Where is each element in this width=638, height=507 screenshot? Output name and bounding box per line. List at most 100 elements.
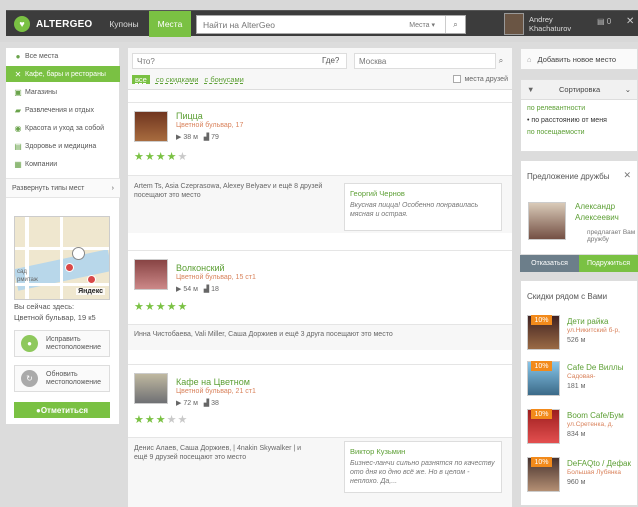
reject-friend-button[interactable]: Отказаться (520, 255, 579, 272)
suggested-friend-name[interactable]: Александр Алексеевич (575, 201, 637, 223)
place-stats: ▶ 38 м ▟ 79 (176, 133, 219, 141)
star-icon: ★ (144, 151, 156, 163)
friends-text[interactable]: Денис Алаев, Саша Доржиев, | 4nakin Skyw… (134, 444, 314, 462)
discount-item[interactable]: 10% Cafe De Виллы Садовая- 181 м (527, 361, 633, 406)
sort-relevance[interactable]: по релевантности (527, 105, 637, 112)
star-icon: ★ (166, 151, 178, 163)
search-filters: Что? Где? Москва ⌕ все со скидками с бон… (128, 48, 512, 90)
filter-all[interactable]: все (132, 75, 150, 84)
friends-text[interactable]: Artem Ts, Asia Czeprasowa, Alexey Belyae… (134, 182, 324, 200)
filter-discounts[interactable]: со скидками (156, 75, 199, 84)
friends-places-label: места друзей (464, 75, 508, 83)
category-label: Компании (25, 160, 58, 168)
sort-popularity[interactable]: по посещаемости (527, 129, 637, 136)
category-shops[interactable]: ▣ Магазины (6, 84, 120, 100)
add-place-label: Добавить новое место (537, 54, 616, 64)
category-entertainment[interactable]: ▰ Развлечения и отдых (6, 102, 120, 118)
review-text: Бизнес-ланчи сильно разнятся по качеству… (350, 460, 495, 485)
fix-location-label: Исправить местоположение (46, 335, 101, 351)
messages-button[interactable]: ▤ 0 (597, 17, 611, 26)
category-beauty[interactable]: ◉ Красота и уход за собой (6, 120, 120, 136)
close-icon[interactable]: ✕ (626, 16, 634, 27)
category-cafes-bars-restaurants[interactable]: ✕ Кафе, бары и рестораны (6, 66, 120, 82)
checkins-icon: ▟ (203, 134, 210, 141)
discount-item[interactable]: 10% Дети райка ул.Никитский б-р, 526 м (527, 315, 633, 360)
discount-badge: 10% (531, 361, 552, 371)
location-map[interactable]: сад рмитаж Яндекс (14, 216, 110, 300)
category-all-places[interactable]: ● Все места (6, 48, 120, 64)
update-location-label: Обновить местоположение (46, 370, 101, 386)
search-input[interactable] (197, 16, 422, 33)
place-card[interactable]: Кафе на Цветном Цветной бульвар, 21 ст1 … (128, 364, 512, 507)
current-location-marker[interactable] (72, 247, 85, 260)
add-place-button[interactable]: ⌂ Добавить новое место (520, 48, 638, 70)
update-location-button[interactable]: ↻ Обновить местоположение (14, 365, 110, 392)
discount-place-name[interactable]: DeFAQto / Дефак (567, 459, 631, 468)
sort-title: Сортировка (558, 85, 601, 94)
star-icon: ★ (177, 301, 189, 313)
fix-location-button[interactable]: ● Исправить местоположение (14, 330, 110, 357)
messages-icon: ▤ (597, 17, 605, 26)
discount-place-name[interactable]: Boom Cafe/Бум (567, 411, 624, 420)
what-placeholder: Что? (137, 56, 155, 66)
place-card[interactable]: Пицца Цветной бульвар, 17 ▶ 38 м ▟ 79 ★★… (128, 102, 512, 233)
friends-places-checkbox[interactable] (453, 75, 462, 83)
checkin-button[interactable]: ● Отметиться (14, 402, 110, 418)
suggested-friend-desc: предлагает Вам дружбу (587, 229, 636, 243)
suggested-friend-avatar[interactable] (528, 202, 566, 240)
place-title[interactable]: Волконский (176, 263, 225, 273)
location-pin-icon: ● (15, 51, 21, 61)
review-author[interactable]: Виктор Кузьмин (350, 447, 496, 456)
tab-coupons[interactable]: Купоны (99, 11, 149, 37)
discount-item[interactable]: 10% Boom Cafe/Бум ул.Сретенка, д. 834 м (527, 409, 633, 454)
user-first-name: Andrey (529, 15, 553, 24)
discount-item[interactable]: 10% DeFAQto / Дефак Большая Лубянка 960 … (527, 457, 633, 502)
distance-icon: ▶ (176, 286, 182, 293)
close-icon[interactable]: ✕ (623, 170, 631, 181)
discount-badge: 10% (531, 315, 552, 325)
place-photo[interactable] (134, 259, 168, 290)
accept-friend-button[interactable]: Подружиться (579, 255, 638, 272)
star-icon: ★ (177, 151, 189, 163)
place-photo[interactable] (134, 373, 168, 404)
expand-place-types-button[interactable]: Развернуть типы мест › (6, 178, 120, 198)
discount-place-name[interactable]: Дети райка (567, 317, 608, 326)
map-poi-marker[interactable] (87, 275, 96, 284)
discount-badge: 10% (531, 457, 552, 467)
filter-bonuses[interactable]: с бонусами (204, 75, 243, 84)
review-author[interactable]: Георгий Чернов (350, 189, 496, 198)
review-card[interactable]: Виктор Кузьмин Бизнес-ланчи сильно разня… (344, 441, 502, 493)
sort-header[interactable]: ▼ Сортировка ⌄ (521, 80, 637, 100)
current-location-label: Вы сейчас здесь: (14, 302, 75, 311)
avatar[interactable] (504, 13, 524, 35)
discount-address: ул.Никитский б-р, (567, 327, 620, 334)
road-shape (60, 217, 63, 299)
friends-places-filter[interactable]: места друзей (453, 75, 508, 83)
location-pin-icon: ● (21, 335, 38, 352)
discount-distance: 526 м (567, 337, 586, 344)
tab-places[interactable]: Места (149, 11, 191, 37)
sort-distance[interactable]: • по расстоянию от меня (527, 117, 637, 124)
category-label: Кафе, бары и рестораны (25, 70, 106, 78)
star-icon: ★ (134, 151, 145, 163)
chevron-down-icon: ⌄ (624, 85, 631, 94)
altergeo-logo[interactable]: ♥ ALTERGEO (6, 11, 99, 37)
map-poi-marker[interactable] (65, 263, 74, 272)
search-scope-select[interactable]: Места ▾ (409, 21, 435, 29)
friends-text[interactable]: Инна Чистобаева, Vali Miller, Саша Доржи… (134, 331, 506, 338)
discount-place-name[interactable]: Cafe De Виллы (567, 363, 623, 372)
where-input[interactable]: Москва (354, 53, 496, 69)
place-photo[interactable] (134, 111, 168, 142)
search-button[interactable]: ⌕ (494, 53, 508, 69)
user-menu[interactable]: Andrey Khachaturov (529, 15, 571, 33)
search-button[interactable]: ⌕ (445, 16, 465, 33)
category-companies[interactable]: ▦ Компании (6, 156, 120, 172)
place-card[interactable]: Волконский Цветной бульвар, 15 ст1 ▶ 54 … (128, 250, 512, 350)
place-title[interactable]: Кафе на Цветном (176, 377, 250, 387)
search-box: Места ▾ ⌕ (196, 15, 466, 34)
search-icon: ⌕ (498, 56, 504, 65)
what-input[interactable]: Что? (132, 53, 347, 69)
review-card[interactable]: Георгий Чернов Вкусная пицца! Особенно п… (344, 183, 502, 231)
category-health[interactable]: ▤ Здоровье и медицина (6, 138, 120, 154)
place-title[interactable]: Пицца (176, 111, 203, 121)
